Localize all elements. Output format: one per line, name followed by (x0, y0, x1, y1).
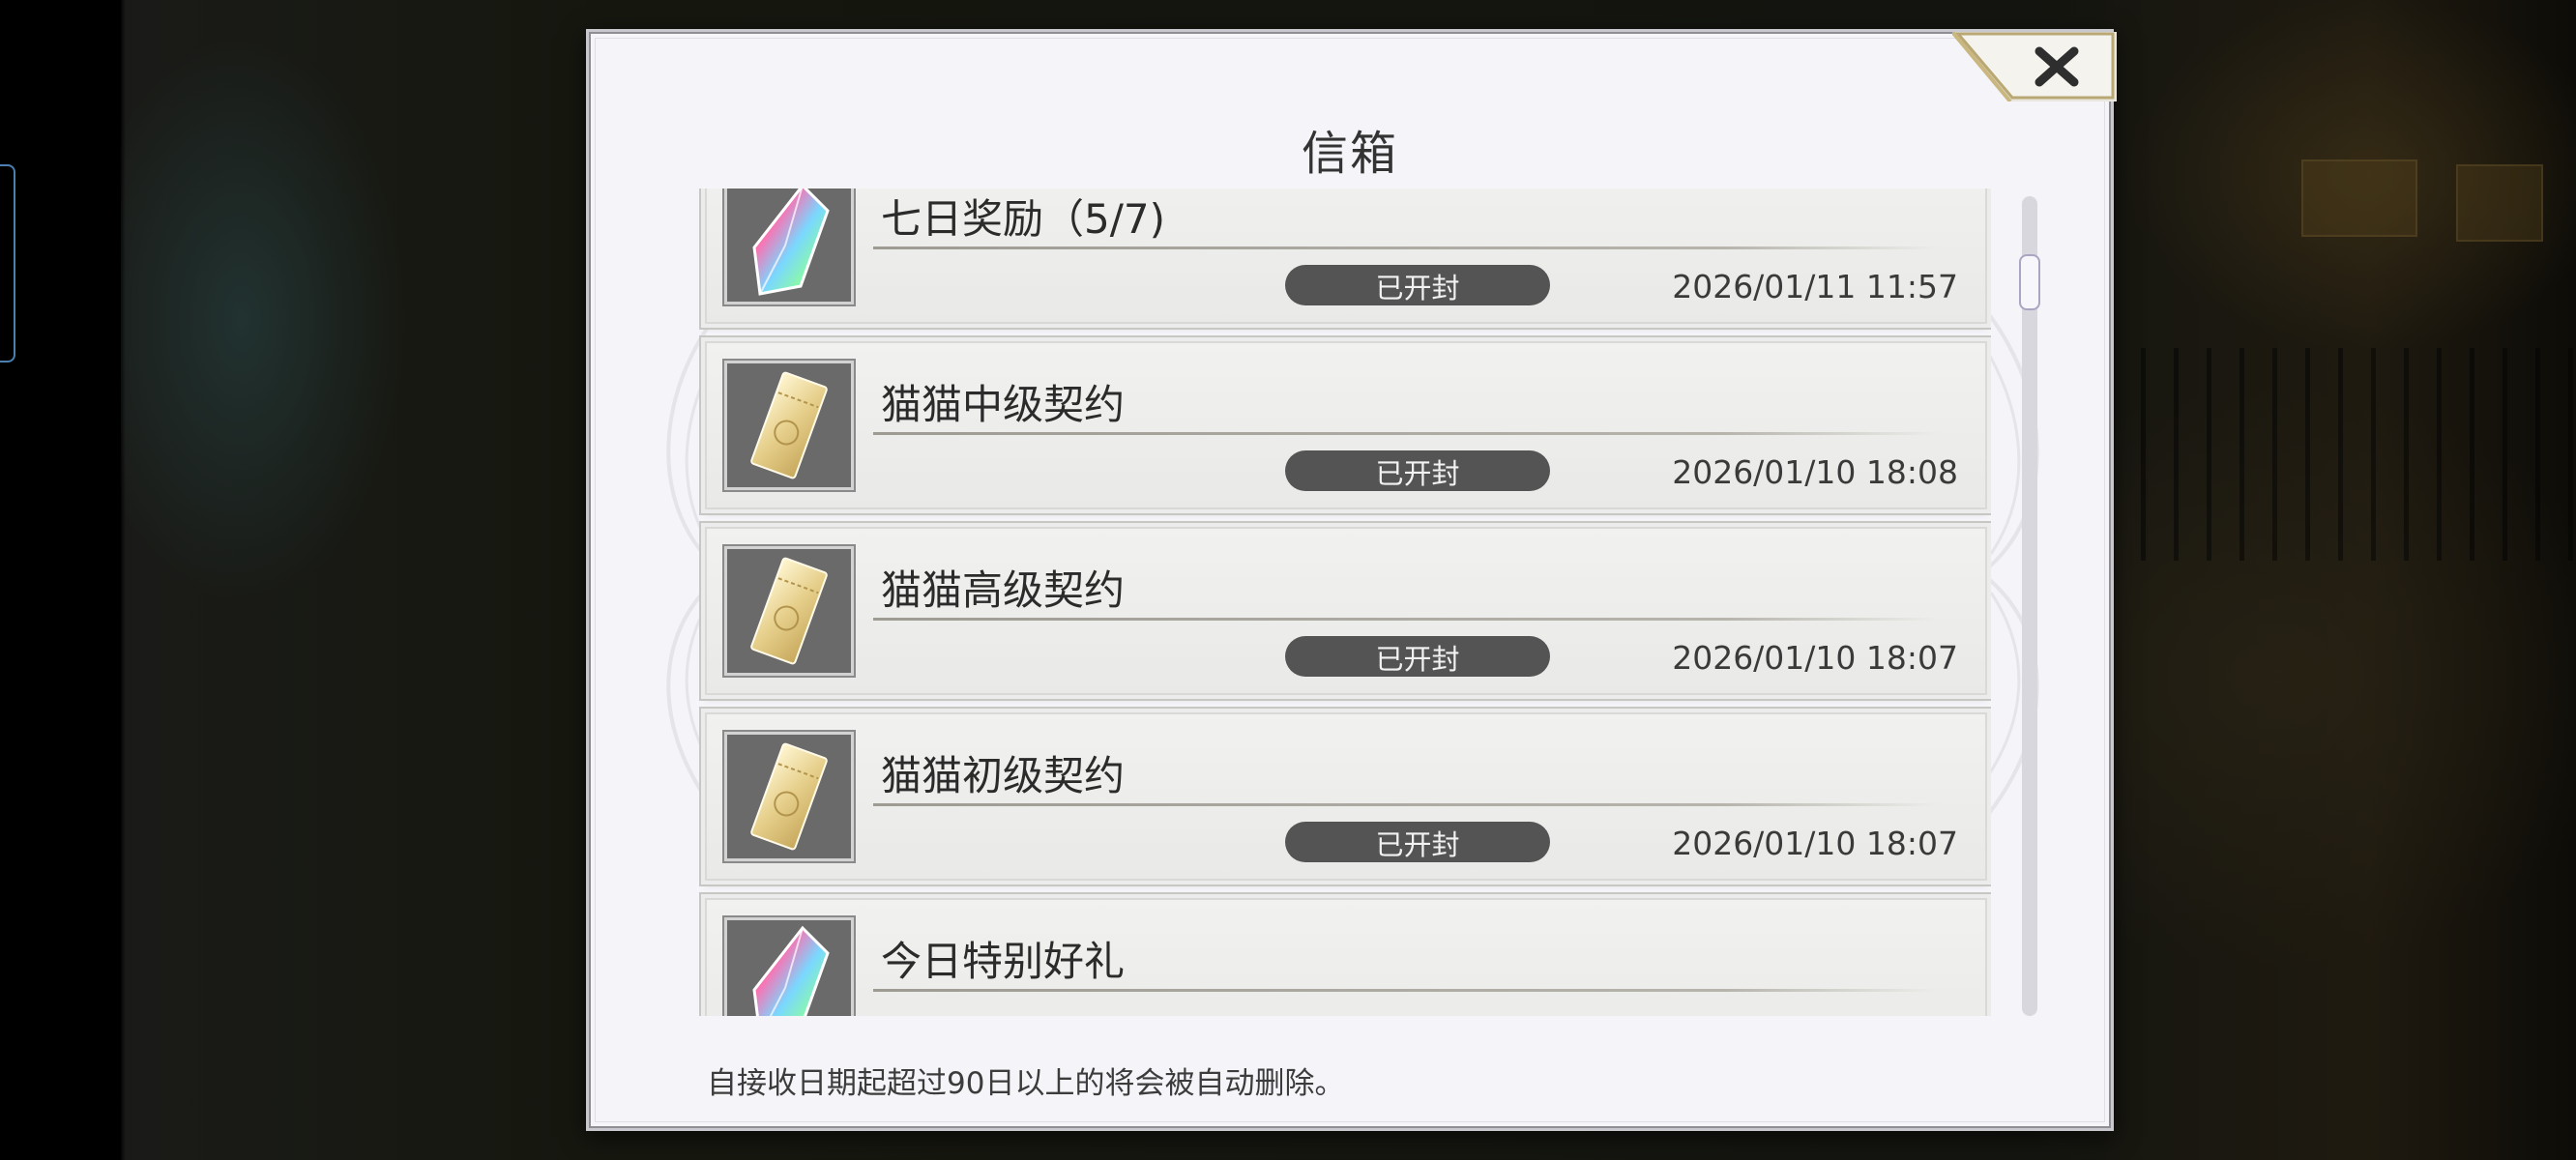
mail-date: 2026/01/10 18:07 (1672, 825, 1958, 862)
title-underline (873, 246, 1937, 249)
mailbox-dialog: 信箱 七日奖励（5/7) 已开封 2026/01/11 11:57 猫猫中级契约… (586, 29, 2117, 1131)
status-badge: 已开封 (1285, 636, 1550, 677)
left-black-bar (0, 0, 121, 1160)
crystal-icon (724, 917, 854, 1016)
mail-list[interactable]: 七日奖励（5/7) 已开封 2026/01/11 11:57 猫猫中级契约 已开… (695, 188, 1991, 1016)
mail-date: 2026/01/10 18:08 (1672, 453, 1958, 491)
mail-item[interactable]: 猫猫中级契约 已开封 2026/01/10 18:08 (705, 341, 1987, 509)
mail-title: 猫猫高级契约 (881, 566, 1126, 614)
title-underline (873, 989, 1937, 992)
mail-title: 猫猫初级契约 (881, 752, 1126, 799)
title-underline (873, 432, 1937, 435)
ticket-icon (724, 361, 854, 490)
title-underline (873, 803, 1937, 806)
ticket-icon (724, 546, 854, 676)
mail-title: 七日奖励（5/7) (881, 195, 1165, 243)
mail-item[interactable]: 今日特别好礼 (705, 898, 1987, 1016)
status-badge: 已开封 (1285, 450, 1550, 491)
close-icon (1952, 32, 2117, 102)
crystal-icon (724, 188, 854, 304)
scrollbar-track[interactable] (2019, 196, 2040, 1016)
dialog-title: 信箱 (1301, 127, 1398, 181)
mail-item[interactable]: 猫猫初级契约 已开封 2026/01/10 18:07 (705, 712, 1987, 881)
background-fence (2108, 348, 2576, 561)
background-window (2301, 160, 2417, 237)
auto-delete-notice: 自接收日期起超过90日以上的将会被自动删除。 (707, 1066, 1345, 1101)
mail-title: 今日特别好礼 (881, 938, 1126, 985)
scrollbar-thumb[interactable] (2019, 254, 2040, 310)
mail-date: 2026/01/11 11:57 (1672, 268, 1958, 305)
background-window (2456, 164, 2543, 242)
mail-item[interactable]: 猫猫高级契约 已开封 2026/01/10 18:07 (705, 527, 1987, 695)
status-badge: 已开封 (1285, 265, 1550, 305)
ticket-icon (724, 732, 854, 861)
status-badge: 已开封 (1285, 822, 1550, 862)
mail-item[interactable]: 七日奖励（5/7) 已开封 2026/01/11 11:57 (705, 188, 1987, 324)
mail-title: 猫猫中级契约 (881, 381, 1126, 428)
title-underline (873, 618, 1937, 621)
close-button[interactable] (1952, 32, 2117, 102)
side-tab-handle[interactable] (0, 164, 15, 362)
mail-date: 2026/01/10 18:07 (1672, 639, 1958, 677)
